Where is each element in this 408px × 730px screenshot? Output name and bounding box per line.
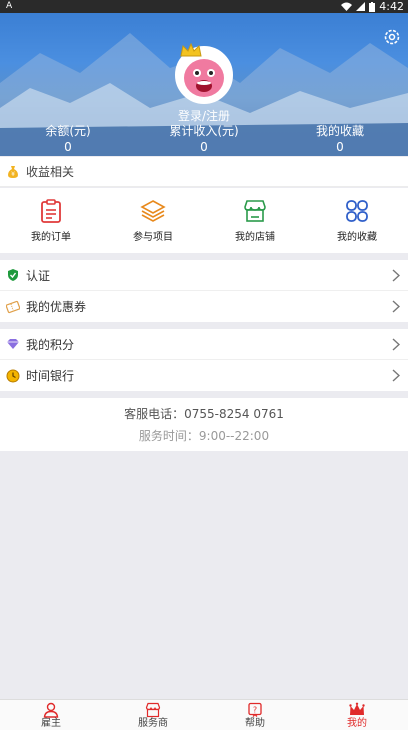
stat-balance[interactable]: 余额(元) 0: [0, 123, 136, 156]
tab-help[interactable]: ? 帮助: [204, 700, 306, 730]
crown-icon: [349, 702, 365, 715]
coupon-icon: [6, 300, 20, 313]
grid-label: 我的订单: [31, 232, 71, 243]
favorites-icon: [346, 200, 368, 222]
svg-text:?: ?: [253, 706, 257, 715]
status-bar: A 4:42: [0, 0, 408, 13]
bottom-tab-bar: 雇主 服务商 ? 帮助 我的: [0, 699, 408, 730]
shop-icon: [244, 200, 266, 222]
grid-label: 参与项目: [133, 232, 173, 243]
signal-icon: [356, 2, 366, 11]
grid-item-my-orders[interactable]: 我的订单: [0, 188, 102, 253]
order-icon: [41, 199, 61, 223]
stat-label: 余额(元): [45, 124, 91, 138]
stat-value: 0: [200, 140, 208, 154]
service-hours: 服务时间：9:00--22:00: [138, 429, 270, 443]
menu-item-coupons[interactable]: 我的优惠券: [0, 291, 408, 322]
settings-icon[interactable]: [382, 27, 402, 47]
svg-text:¥: ¥: [11, 171, 15, 178]
chevron-right-icon: [392, 300, 400, 313]
store-icon: [145, 702, 161, 718]
wifi-icon: [341, 2, 353, 11]
tab-mine[interactable]: 我的: [306, 700, 408, 730]
chevron-right-icon: [392, 369, 400, 382]
grid-item-my-shop[interactable]: 我的店铺: [204, 188, 306, 253]
clock-icon: [6, 369, 20, 382]
notification-icon: A: [6, 1, 13, 11]
profile-header: 登录/注册 余额(元) 0 累计收入(元) 0 我的收藏 0: [0, 13, 408, 156]
chevron-right-icon: [392, 338, 400, 351]
person-icon: [43, 702, 59, 718]
profile-stats: 余额(元) 0 累计收入(元) 0 我的收藏 0: [0, 123, 408, 156]
grid-label: 我的收藏: [337, 232, 377, 243]
stat-label: 累计收入(元): [169, 124, 239, 138]
menu-label: 我的优惠券: [26, 300, 87, 314]
tab-label: 服务商: [138, 718, 168, 729]
stat-value: 0: [336, 140, 344, 154]
tab-label: 雇主: [41, 718, 61, 729]
battery-icon: [369, 1, 376, 12]
stat-favorites[interactable]: 我的收藏 0: [272, 123, 408, 156]
menu-group-rewards: 我的积分 时间银行: [0, 329, 408, 391]
crown-icon: [180, 43, 202, 57]
grid-item-projects[interactable]: 参与项目: [102, 188, 204, 253]
earnings-section-header: ¥ 收益相关: [0, 157, 408, 187]
tab-employer[interactable]: 雇主: [0, 700, 102, 730]
menu-label: 时间银行: [26, 369, 75, 383]
menu-item-points[interactable]: 我的积分: [0, 329, 408, 360]
tab-label: 我的: [347, 718, 367, 729]
menu-group-account: 认证 我的优惠券: [0, 260, 408, 322]
customer-service-info: 客服电话：0755-8254 0761 服务时间：9:00--22:00: [0, 398, 408, 451]
section-title: 收益相关: [26, 165, 75, 179]
clock-time: 4:42: [379, 0, 404, 13]
help-icon: ?: [248, 702, 262, 717]
service-phone[interactable]: 客服电话：0755-8254 0761: [0, 406, 408, 422]
tab-label: 帮助: [245, 718, 265, 729]
diamond-icon: [7, 339, 19, 349]
menu-item-time-bank[interactable]: 时间银行: [0, 360, 408, 391]
money-bag-icon: ¥: [8, 165, 18, 178]
layers-icon: [140, 200, 166, 222]
stat-total-income[interactable]: 累计收入(元) 0: [136, 123, 272, 156]
tab-service-provider[interactable]: 服务商: [102, 700, 204, 730]
stat-label: 我的收藏: [315, 124, 364, 138]
menu-label: 认证: [26, 268, 51, 283]
menu-label: 我的积分: [26, 337, 75, 352]
stat-value: 0: [64, 140, 72, 154]
menu-item-verification[interactable]: 认证: [0, 260, 408, 291]
login-register-link[interactable]: 登录/注册: [0, 109, 408, 123]
shield-icon: [8, 269, 18, 281]
grid-label: 我的店铺: [235, 232, 275, 243]
earnings-grid: 我的订单 参与项目 我的店铺 我的收藏: [0, 188, 408, 253]
chevron-right-icon: [392, 269, 400, 282]
grid-item-my-favorites[interactable]: 我的收藏: [306, 188, 408, 253]
